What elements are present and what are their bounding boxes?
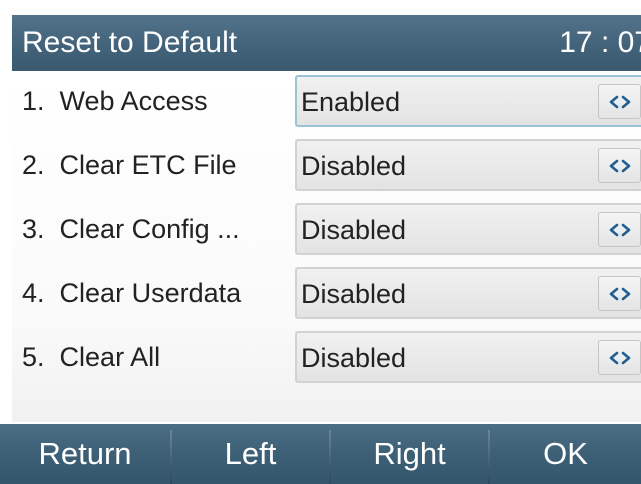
setting-row-clear-all[interactable]: 5. Clear All Disabled — [12, 327, 641, 389]
setting-label-web-access: 1. Web Access — [22, 86, 208, 116]
setting-label-clear-config: 3. Clear Config ... — [22, 214, 240, 244]
setting-label-clear-userdata: 4. Clear Userdata — [22, 278, 242, 308]
clear-config-select[interactable]: Disabled — [295, 203, 641, 255]
setting-label-clear-etc-file: 2. Clear ETC File — [22, 150, 237, 180]
left-right-arrows-icon — [609, 95, 630, 108]
clock: 17 : 07 — [559, 26, 641, 59]
clear-config-value: Disabled — [301, 215, 407, 245]
left-right-arrows-icon — [609, 223, 630, 236]
page-title: Reset to Default — [22, 26, 238, 59]
reset-to-default-screen: Reset to Default 17 : 07 1. Web Access E… — [0, 0, 641, 484]
setting-row-clear-etc-file[interactable]: 2. Clear ETC File Disabled — [12, 135, 641, 197]
clear-all-select[interactable]: Disabled — [295, 331, 641, 383]
clear-etc-file-select[interactable]: Disabled — [295, 139, 641, 191]
left-right-arrows-icon — [609, 351, 630, 364]
title-bar: Reset to Default 17 : 07 — [12, 15, 641, 71]
clear-etc-file-arrow-button[interactable] — [598, 148, 641, 183]
setting-row-clear-config[interactable]: 3. Clear Config ... Disabled — [12, 199, 641, 261]
left-softkey[interactable]: Left — [172, 424, 329, 484]
right-softkey[interactable]: Right — [331, 424, 488, 484]
setting-row-clear-userdata[interactable]: 4. Clear Userdata Disabled — [12, 263, 641, 325]
clear-userdata-select[interactable]: Disabled — [295, 267, 641, 319]
web-access-select[interactable]: Enabled — [295, 75, 641, 127]
return-softkey[interactable]: Return — [0, 424, 170, 484]
clear-etc-file-value: Disabled — [301, 151, 407, 181]
setting-label-clear-all: 5. Clear All — [22, 342, 161, 372]
ok-softkey[interactable]: OK — [490, 424, 641, 484]
left-right-arrows-icon — [609, 287, 630, 300]
clear-config-arrow-button[interactable] — [598, 212, 641, 247]
clear-all-arrow-button[interactable] — [598, 340, 641, 375]
setting-row-web-access[interactable]: 1. Web Access Enabled — [12, 71, 641, 133]
clear-userdata-value: Disabled — [301, 279, 407, 309]
web-access-value: Enabled — [301, 87, 401, 117]
left-right-arrows-icon — [609, 159, 630, 172]
clear-all-value: Disabled — [301, 343, 407, 373]
clear-userdata-arrow-button[interactable] — [598, 276, 641, 311]
settings-list: 1. Web Access Enabled 2. Clear ETC File … — [12, 71, 641, 422]
softkey-bar: Return Left Right OK — [0, 424, 641, 484]
web-access-arrow-button[interactable] — [598, 84, 641, 119]
